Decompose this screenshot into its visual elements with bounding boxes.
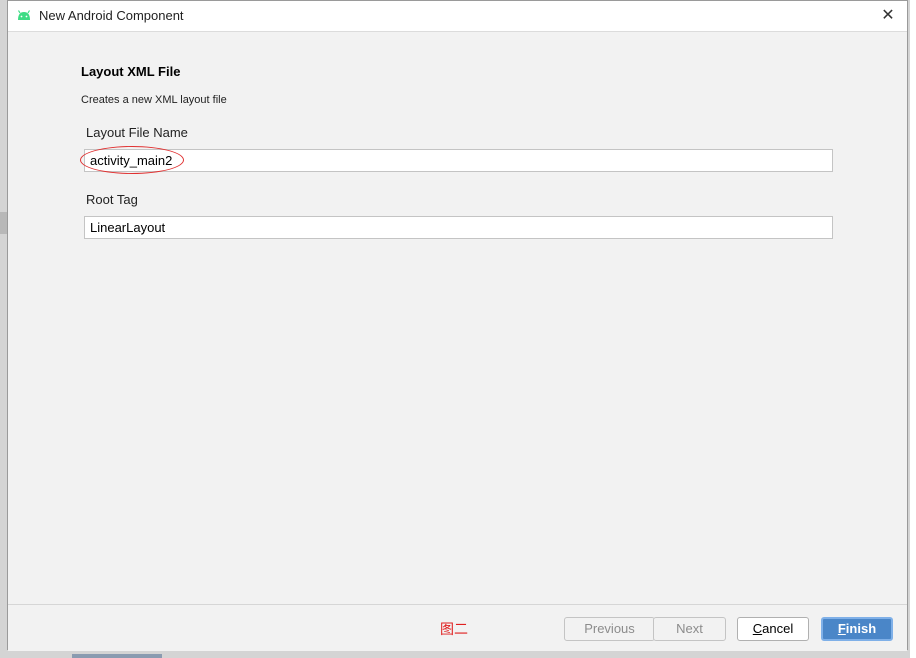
title-bar: New Android Component ✕ — [8, 1, 907, 32]
layout-file-name-input[interactable] — [84, 149, 833, 172]
root-tag-label: Root Tag — [86, 192, 138, 207]
dialog-footer: 图二 Previous Next Cancel Finish — [8, 604, 907, 651]
root-tag-input[interactable] — [84, 216, 833, 239]
finish-button[interactable]: Finish — [821, 617, 893, 641]
cancel-label-rest: ancel — [762, 621, 794, 636]
layout-file-name-label: Layout File Name — [86, 125, 188, 140]
dialog-content: Layout XML File Creates a new XML layout… — [8, 32, 907, 604]
close-button[interactable]: ✕ — [877, 5, 899, 27]
next-button[interactable]: Next — [653, 617, 726, 641]
background-ide-fragment — [910, 0, 916, 658]
finish-mnemonic: F — [837, 621, 846, 636]
background-ide-fragment — [72, 654, 162, 658]
figure-label: 图二 — [440, 622, 468, 638]
new-android-component-dialog: New Android Component ✕ Layout XML File … — [7, 0, 908, 651]
previous-button[interactable]: Previous — [564, 617, 655, 641]
android-icon — [17, 10, 31, 20]
section-description: Creates a new XML layout file — [81, 94, 227, 106]
cancel-button[interactable]: Cancel — [737, 617, 809, 641]
cancel-mnemonic: C — [752, 621, 763, 636]
finish-label-rest: inish — [845, 621, 877, 636]
section-title: Layout XML File — [81, 64, 181, 79]
window-title: New Android Component — [39, 8, 184, 23]
close-icon: ✕ — [881, 7, 895, 24]
